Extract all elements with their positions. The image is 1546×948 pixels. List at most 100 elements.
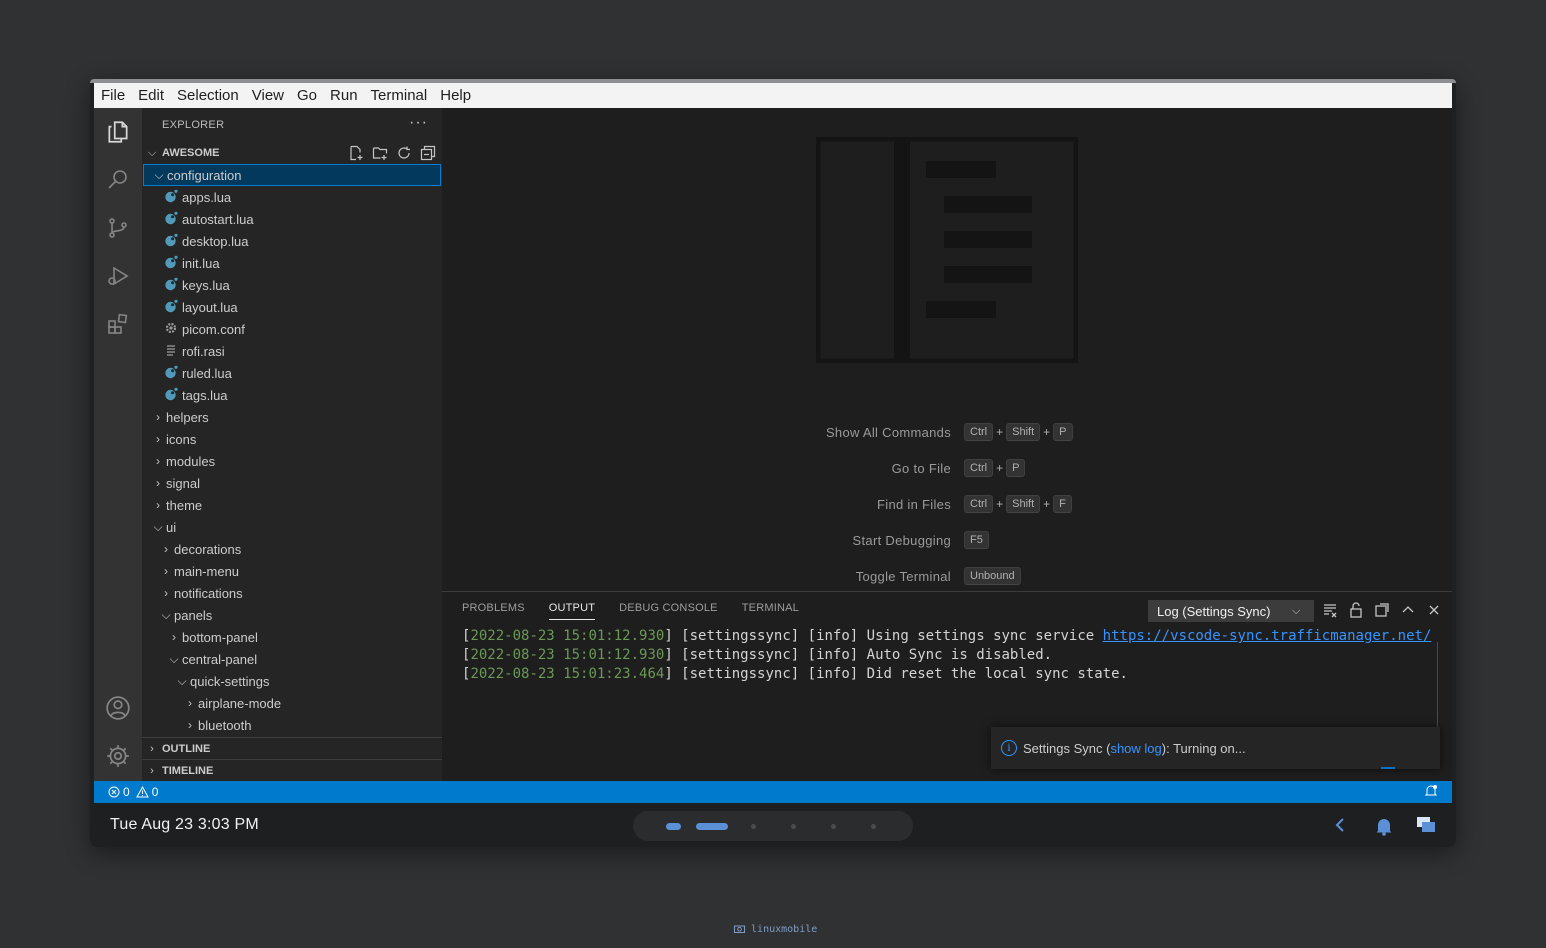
maximize-panel-icon[interactable]: [1400, 602, 1416, 618]
explorer-title: EXPLORER: [162, 119, 225, 131]
tab-debug-console[interactable]: DEBUG CONSOLE: [619, 602, 718, 620]
open-log-file-icon[interactable]: [1374, 602, 1390, 618]
explorer-icon[interactable]: [94, 108, 142, 156]
account-icon[interactable]: [94, 684, 142, 732]
chevron-down-icon: ⌵: [147, 146, 157, 159]
tab-output[interactable]: OUTPUT: [548, 602, 596, 620]
tree-item-label: bluetooth: [198, 717, 252, 733]
notifications-bell-icon[interactable]: [1424, 784, 1438, 798]
refresh-icon[interactable]: [396, 145, 412, 161]
workspace-name: AWESOME: [162, 147, 220, 159]
caption-text: linuxmobile: [751, 924, 818, 935]
menu-terminal[interactable]: Terminal: [364, 87, 434, 104]
tree-item-label: modules: [166, 453, 216, 469]
folder-item[interactable]: › bluetooth: [142, 714, 442, 736]
menu-edit[interactable]: Edit: [131, 87, 170, 104]
output-channel-select[interactable]: Log (Settings Sync) ⌵: [1148, 600, 1314, 622]
text-file-icon: [163, 343, 179, 359]
key-separator: +: [996, 461, 1004, 475]
chevron-right-icon: ›: [150, 765, 154, 777]
folder-item[interactable]: › main-menu: [142, 560, 442, 582]
folder-item[interactable]: › notifications: [142, 582, 442, 604]
tab-problems[interactable]: PROBLEMS: [462, 602, 525, 620]
folder-item[interactable]: › icons: [142, 428, 442, 450]
workspace-indicator-6[interactable]: [871, 824, 876, 829]
file-item[interactable]: rofi.rasi: [142, 340, 442, 362]
workspace-indicator-4[interactable]: [791, 824, 796, 829]
workspace-indicator-5[interactable]: [831, 824, 836, 829]
file-item[interactable]: layout.lua: [142, 296, 442, 318]
search-icon[interactable]: [94, 156, 142, 204]
file-item[interactable]: apps.lua: [142, 186, 442, 208]
chevron-right-icon: ›: [150, 743, 154, 755]
outline-section-header[interactable]: › OUTLINE: [142, 737, 442, 760]
tray-expand-icon[interactable]: [1334, 816, 1346, 834]
shortcut-keys: Unbound: [964, 567, 1021, 585]
output-channel-value: Log (Settings Sync): [1157, 603, 1271, 619]
clear-output-icon[interactable]: [1322, 602, 1338, 618]
file-item[interactable]: keys.lua: [142, 274, 442, 296]
folder-item[interactable]: ⌵ central-panel: [142, 648, 442, 670]
clock[interactable]: Tue Aug 23 3:03 PM: [110, 816, 259, 834]
shortcut-keys: F5: [964, 531, 989, 549]
menu-help[interactable]: Help: [433, 87, 477, 104]
workspace-section-header[interactable]: ⌵ AWESOME: [142, 142, 442, 164]
problems-status[interactable]: 0 0: [108, 785, 158, 799]
screen-mirror-icon[interactable]: [1416, 816, 1436, 834]
workspace-indicator-3[interactable]: [751, 824, 756, 829]
key-cap: Ctrl: [964, 459, 994, 477]
menu-file[interactable]: File: [94, 87, 131, 104]
tab-terminal[interactable]: TERMINAL: [742, 602, 799, 620]
more-actions-icon[interactable]: ···: [409, 114, 428, 132]
close-panel-icon[interactable]: [1426, 602, 1442, 618]
folder-item[interactable]: ⌵ configuration: [143, 164, 441, 186]
timeline-section-header[interactable]: › TIMELINE: [142, 759, 442, 782]
folder-item[interactable]: ⌵ panels: [142, 604, 442, 626]
workspace-switcher: [633, 811, 913, 841]
show-log-link[interactable]: show log: [1110, 741, 1161, 756]
panel-scrollbar[interactable]: [1437, 642, 1438, 728]
workspace-indicator-active[interactable]: [696, 823, 728, 830]
menu-run[interactable]: Run: [323, 87, 364, 104]
tree-item-label: theme: [166, 497, 203, 513]
collapse-all-icon[interactable]: [420, 145, 436, 161]
sync-service-link[interactable]: https://vscode-sync.trafficmanager.net/: [1103, 628, 1432, 644]
tree-item-label: configuration: [167, 167, 242, 183]
folder-item[interactable]: › modules: [142, 450, 442, 472]
folder-item[interactable]: ⌵ quick-settings: [142, 670, 442, 692]
run-debug-icon[interactable]: [94, 252, 142, 300]
menu-selection[interactable]: Selection: [170, 87, 245, 104]
source-control-icon[interactable]: [94, 204, 142, 252]
chevron-right-icon: ›: [156, 498, 160, 512]
file-item[interactable]: desktop.lua: [142, 230, 442, 252]
extensions-icon[interactable]: [94, 300, 142, 348]
file-item[interactable]: init.lua: [142, 252, 442, 274]
shortcut-row: Start Debugging F5: [442, 531, 1452, 551]
menu-view[interactable]: View: [245, 87, 290, 104]
tree-item-label: main-menu: [174, 563, 240, 579]
lock-scroll-icon[interactable]: [1348, 602, 1364, 618]
workspace-indicator-1[interactable]: [666, 823, 681, 830]
settings-gear-icon[interactable]: [94, 732, 142, 780]
file-item[interactable]: picom.conf: [142, 318, 442, 340]
tree-item-label: desktop.lua: [182, 233, 249, 249]
new-folder-icon[interactable]: [372, 145, 388, 161]
folder-item[interactable]: › airplane-mode: [142, 692, 442, 714]
outline-label: OUTLINE: [162, 743, 211, 755]
file-item[interactable]: autostart.lua: [142, 208, 442, 230]
new-file-icon[interactable]: [348, 145, 364, 161]
shortcut-row: Find in Files Ctrl + Shift + F: [442, 495, 1452, 515]
folder-item[interactable]: › signal: [142, 472, 442, 494]
file-item[interactable]: tags.lua: [142, 384, 442, 406]
folder-item[interactable]: › theme: [142, 494, 442, 516]
folder-item[interactable]: › decorations: [142, 538, 442, 560]
notification-center-icon[interactable]: [1374, 816, 1394, 836]
file-item[interactable]: ruled.lua: [142, 362, 442, 384]
folder-item[interactable]: › helpers: [142, 406, 442, 428]
menu-go[interactable]: Go: [290, 87, 323, 104]
tree-item-label: panels: [174, 607, 213, 623]
chevron-down-icon: ⌵: [153, 519, 163, 534]
folder-item[interactable]: ⌵ ui: [142, 516, 442, 538]
folder-item[interactable]: › bottom-panel: [142, 626, 442, 648]
tree-item-label: quick-settings: [190, 673, 270, 689]
